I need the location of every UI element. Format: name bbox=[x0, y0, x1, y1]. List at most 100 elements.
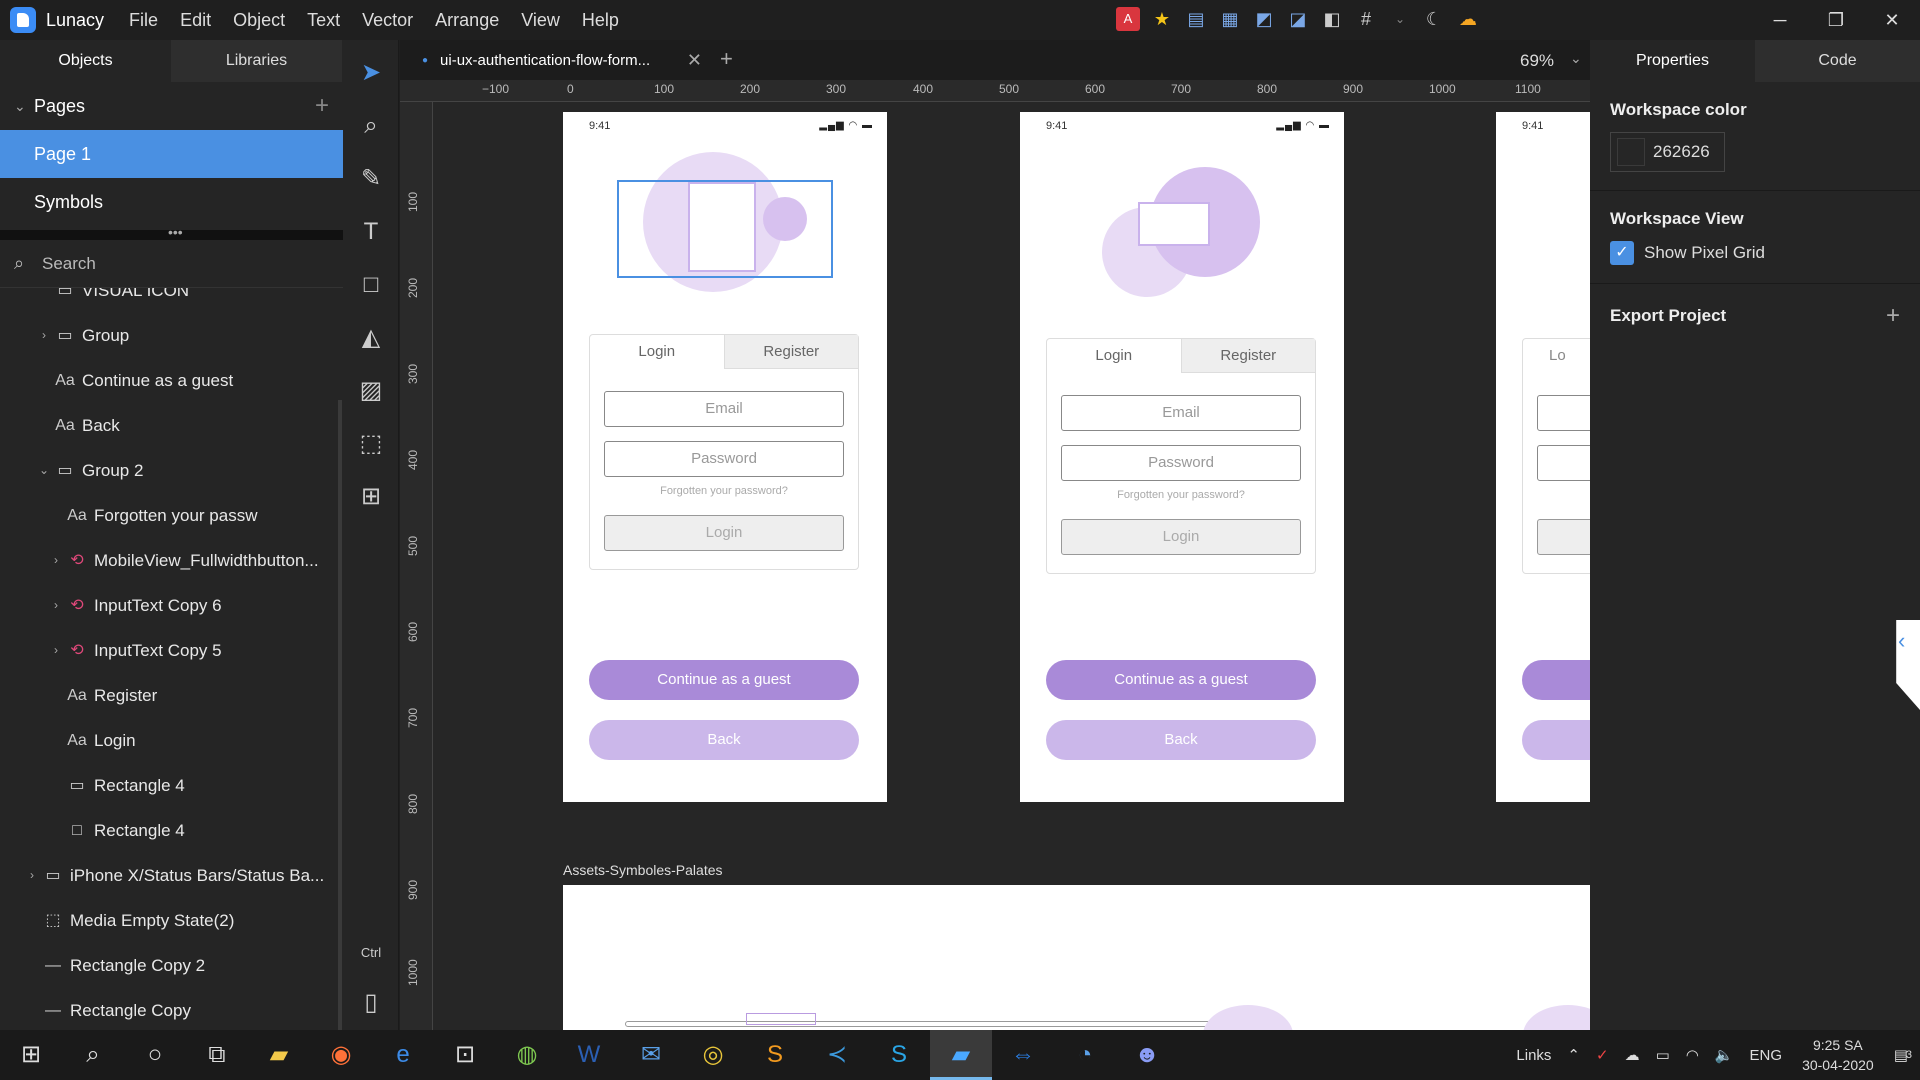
menu-file[interactable]: File bbox=[118, 10, 169, 31]
wifi-icon[interactable]: ◠ bbox=[1686, 1046, 1699, 1064]
artboard-login-1[interactable]: 9:41 ▂▄▆ ◠ ▬ Login Register Email Passwo… bbox=[563, 112, 887, 802]
password-field[interactable]: Password bbox=[604, 441, 844, 477]
selection-box[interactable] bbox=[617, 180, 833, 278]
word-icon[interactable]: W bbox=[558, 1030, 620, 1080]
chevron-down-icon[interactable]: ⌄ bbox=[36, 448, 52, 493]
search-input[interactable]: Search bbox=[42, 254, 96, 274]
scale-icon[interactable]: ◪ bbox=[1286, 7, 1310, 31]
restore-icon[interactable]: ❐ bbox=[1808, 0, 1864, 40]
chevron-left-icon[interactable]: ‹ bbox=[1898, 628, 1905, 654]
forgot-password-link[interactable]: Forgotten your password? bbox=[590, 485, 858, 497]
select-tool-icon[interactable]: ➤ bbox=[343, 50, 399, 96]
teamviewer-icon[interactable]: ⇔ bbox=[992, 1030, 1054, 1080]
layer-search[interactable]: ⌕ Search bbox=[0, 240, 343, 288]
windows-start-icon[interactable]: ⊞ bbox=[0, 1030, 62, 1080]
layer-item[interactable]: Aa Forgotten your passw bbox=[48, 493, 257, 538]
image-tool-icon[interactable]: ▨ bbox=[343, 368, 399, 414]
workspace-color-value[interactable]: 262626 bbox=[1653, 142, 1710, 162]
add-export-icon[interactable]: + bbox=[1886, 302, 1900, 330]
mask-icon[interactable]: ◧ bbox=[1320, 7, 1344, 31]
tab-code[interactable]: Code bbox=[1755, 40, 1920, 82]
drag-handle-icon[interactable]: ••• bbox=[168, 224, 183, 240]
artboard-tool-icon[interactable]: ⬚ bbox=[343, 421, 399, 467]
close-icon[interactable]: ✕ bbox=[1864, 0, 1920, 40]
layer-item[interactable]: □ Rectangle 4 bbox=[48, 808, 185, 853]
chevron-right-icon[interactable]: › bbox=[24, 853, 40, 898]
chevron-right-icon[interactable]: › bbox=[36, 313, 52, 358]
menu-text[interactable]: Text bbox=[296, 10, 351, 31]
pen-tool-icon[interactable]: ✎ bbox=[343, 156, 399, 202]
chevron-right-icon[interactable]: › bbox=[48, 628, 64, 673]
cortana-icon[interactable]: ○ bbox=[124, 1030, 186, 1080]
tab-login[interactable]: Login bbox=[590, 335, 724, 369]
menu-object[interactable]: Object bbox=[222, 10, 296, 31]
layer-item[interactable]: ⬚ Media Empty State(2) bbox=[24, 898, 234, 943]
menu-view[interactable]: View bbox=[510, 10, 571, 31]
cloud-icon[interactable]: ☁ bbox=[1456, 7, 1480, 31]
login-button[interactable]: Login bbox=[1061, 519, 1301, 555]
discord-icon[interactable]: ☻ bbox=[1116, 1030, 1178, 1080]
layer-item[interactable]: Aa Login bbox=[48, 718, 135, 763]
minimize-icon[interactable]: ─ bbox=[1752, 0, 1808, 40]
login-button[interactable] bbox=[1537, 519, 1590, 555]
tab-login[interactable]: Lo bbox=[1549, 347, 1566, 364]
back-button[interactable]: Back bbox=[589, 720, 859, 760]
vscode-icon[interactable]: ≺ bbox=[806, 1030, 868, 1080]
email-field[interactable]: Email bbox=[604, 391, 844, 427]
fill-tool-icon[interactable]: ◭ bbox=[343, 315, 399, 361]
back-button[interactable] bbox=[1522, 720, 1590, 760]
font-warning-icon[interactable]: A bbox=[1116, 7, 1140, 31]
email-field[interactable] bbox=[1537, 395, 1590, 431]
show-pixel-grid-checkbox[interactable]: ✓ Show Pixel Grid bbox=[1610, 241, 1900, 265]
tab-login[interactable]: Login bbox=[1047, 339, 1181, 373]
layer-item[interactable]: › ⟲ InputText Copy 5 bbox=[48, 628, 222, 673]
app-blue-icon[interactable]: ◔ bbox=[1054, 1030, 1116, 1080]
chevron-right-icon[interactable]: › bbox=[48, 538, 64, 583]
language-indicator[interactable]: ENG bbox=[1750, 1047, 1783, 1064]
links-toolbar[interactable]: Links bbox=[1516, 1047, 1551, 1064]
layer-item[interactable]: › ⟲ InputText Copy 6 bbox=[48, 583, 222, 628]
app-green-icon[interactable]: ◍ bbox=[496, 1030, 558, 1080]
skype-icon[interactable]: S bbox=[868, 1030, 930, 1080]
page-item-page-1[interactable]: Page 1 bbox=[0, 130, 343, 178]
layer-item[interactable]: › ▭ iPhone X/Status Bars/Status Ba... bbox=[24, 853, 324, 898]
layer-item[interactable]: › ▭ Group bbox=[36, 313, 129, 358]
onedrive-icon[interactable]: ☁ bbox=[1625, 1046, 1640, 1064]
layer-item[interactable]: › ⟲ MobileView_Fullwidthbutton... bbox=[48, 538, 319, 583]
rectangle-tool-icon[interactable]: □ bbox=[343, 262, 399, 308]
layer-item[interactable]: ⌄ ▭ Group 2 bbox=[36, 448, 143, 493]
forgot-password-link[interactable]: Forgotten your password? bbox=[1047, 489, 1315, 501]
components-tool-icon[interactable]: ⊞ bbox=[343, 474, 399, 520]
volume-icon[interactable]: 🔈 bbox=[1715, 1046, 1734, 1064]
menu-help[interactable]: Help bbox=[571, 10, 630, 31]
menu-vector[interactable]: Vector bbox=[351, 10, 424, 31]
layout-grid-icon[interactable]: ▦ bbox=[1218, 7, 1242, 31]
new-tab-icon[interactable]: + bbox=[720, 46, 733, 72]
password-field[interactable] bbox=[1537, 445, 1590, 481]
search-icon[interactable]: ⌕ bbox=[62, 1030, 124, 1080]
menu-edit[interactable]: Edit bbox=[169, 10, 222, 31]
lunacy-taskbar-icon[interactable]: ▰ bbox=[930, 1030, 992, 1080]
chevron-right-icon[interactable]: › bbox=[48, 583, 64, 628]
chrome-icon[interactable]: ◎ bbox=[682, 1030, 744, 1080]
layer-item[interactable]: — Rectangle Copy 2 bbox=[24, 943, 205, 988]
close-tab-icon[interactable]: ✕ bbox=[687, 50, 710, 71]
ruler-icon[interactable]: ▤ bbox=[1184, 7, 1208, 31]
layer-item[interactable]: Aa Register bbox=[48, 673, 157, 718]
sublime-icon[interactable]: S bbox=[744, 1030, 806, 1080]
zoom-level[interactable]: 69% bbox=[1520, 51, 1554, 71]
continue-guest-button[interactable]: Continue as a guest bbox=[1046, 660, 1316, 700]
zoom-tool-icon[interactable]: ⌕ bbox=[343, 103, 399, 149]
tab-libraries[interactable]: Libraries bbox=[171, 40, 342, 82]
login-button[interactable]: Login bbox=[604, 515, 844, 551]
layer-item[interactable]: — Rectangle Copy bbox=[24, 988, 191, 1028]
color-swatch[interactable] bbox=[1617, 138, 1645, 166]
continue-guest-button[interactable] bbox=[1522, 660, 1590, 700]
acrobat-tray-icon[interactable]: ✓ bbox=[1596, 1046, 1609, 1064]
canvas[interactable]: 9:41 ▂▄▆ ◠ ▬ Login Register Email Passwo… bbox=[433, 102, 1590, 1030]
pages-header[interactable]: ⌄ Pages + bbox=[0, 82, 343, 130]
page-item-symbols[interactable]: Symbols bbox=[0, 178, 343, 226]
tab-properties[interactable]: Properties bbox=[1590, 40, 1755, 82]
firefox-icon[interactable]: ◉ bbox=[310, 1030, 372, 1080]
tab-objects[interactable]: Objects bbox=[0, 40, 171, 82]
